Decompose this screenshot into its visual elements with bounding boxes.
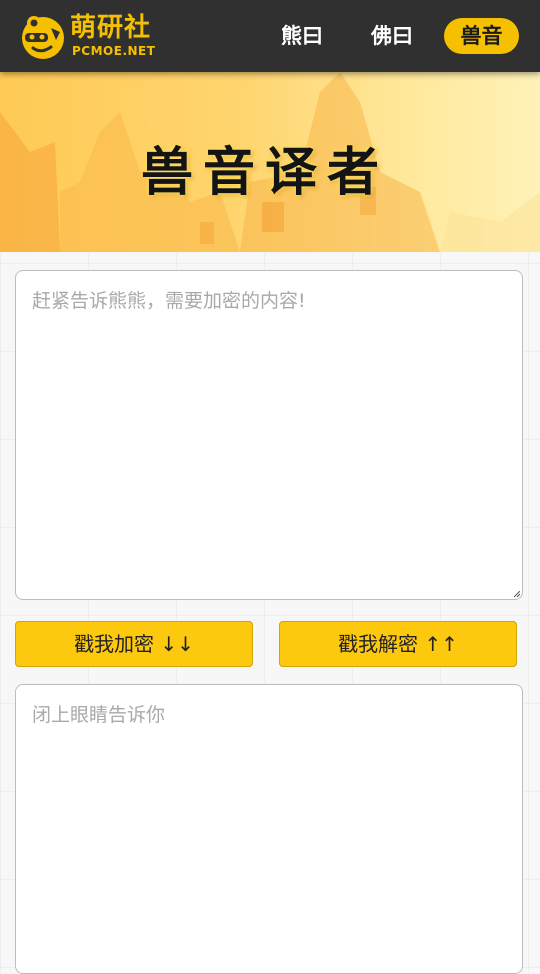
logo-title: 萌研社 <box>70 13 152 43</box>
plaintext-placeholder: 赶紧告诉熊熊，需要加密的内容! <box>32 290 306 312</box>
nav-beast-active[interactable]: 兽音 <box>444 18 519 54</box>
nav-bear[interactable]: 熊曰 <box>272 18 332 54</box>
nav-buddha[interactable]: 佛曰 <box>362 18 422 54</box>
hero-banner: 兽音译者 <box>0 72 540 252</box>
decrypt-button[interactable]: 戳我解密 ↑↑ <box>279 621 517 667</box>
encrypt-button[interactable]: 戳我加密 ↓↓ <box>15 621 253 667</box>
ciphertext-placeholder: 闭上眼睛告诉你 <box>32 704 166 726</box>
top-header: 萌研社 PCMOE.NET 熊曰 佛曰 兽音 <box>0 0 540 72</box>
ciphertext-output[interactable]: 闭上眼睛告诉你 <box>15 684 523 974</box>
page-title: 兽音译者 <box>140 143 389 203</box>
plaintext-input[interactable]: 赶紧告诉熊熊，需要加密的内容! <box>15 270 523 600</box>
logo-subtitle: PCMOE.NET <box>72 44 156 58</box>
logo-mascot-icon <box>22 16 64 59</box>
resize-grip-icon[interactable] <box>514 591 520 597</box>
